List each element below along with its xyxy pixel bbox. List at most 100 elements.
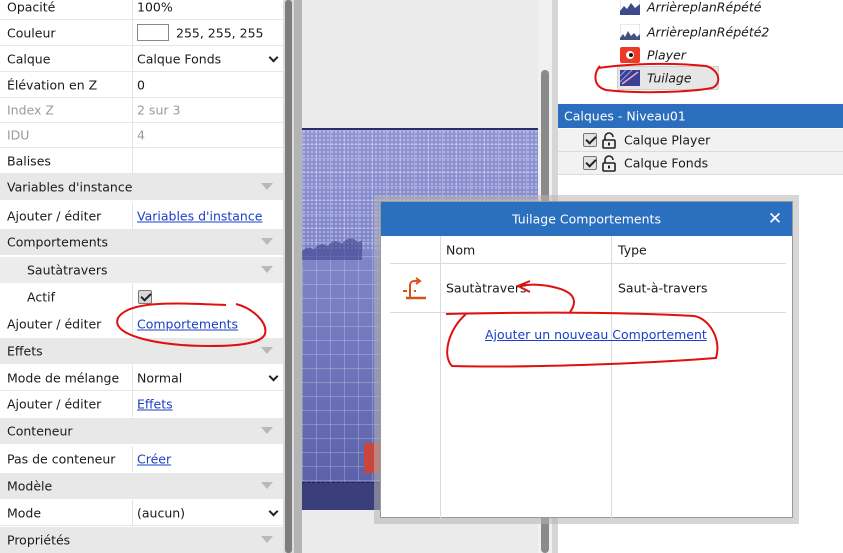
layer-select[interactable]: Calque Fonds — [132, 46, 283, 71]
group-label: Effets — [7, 343, 43, 359]
effects-link[interactable]: Effets — [137, 397, 173, 412]
background-repeat-icon — [620, 24, 640, 40]
prop-label: Pas de conteneur — [7, 451, 116, 467]
prop-mode: Mode (aucun) — [0, 500, 283, 526]
prop-label: Ajouter / éditer — [7, 396, 102, 412]
z-index-value: 2 sur 3 — [132, 97, 283, 122]
scrollbar-thumb[interactable] — [285, 0, 292, 553]
prop-tags: Balises — [0, 148, 283, 174]
behaviors-link[interactable]: Comportements — [137, 317, 238, 332]
group-behavior-sautatravers[interactable]: Sautàtravers — [0, 257, 283, 283]
prop-label: Opacité — [7, 0, 56, 14]
group-effects[interactable]: Effets — [0, 338, 283, 364]
add-behavior-link[interactable]: Ajouter un nouveau Comportement — [485, 327, 707, 342]
effects-cell: Effets — [132, 391, 283, 417]
properties-scrollbar[interactable] — [283, 0, 294, 553]
prop-color: Couleur 255, 255, 255 — [0, 20, 283, 46]
dialog-title-bar[interactable]: Tuilage Comportements ✕ — [381, 202, 792, 236]
layer-visibility-checkbox[interactable] — [583, 156, 597, 170]
group-label: Comportements — [7, 234, 109, 250]
chevron-down-icon — [268, 371, 279, 382]
chevron-down-icon — [268, 52, 279, 63]
container-cell: Créer — [132, 446, 283, 472]
group-label: Sautàtravers — [27, 262, 108, 278]
chevron-down-icon — [268, 506, 279, 517]
unlocked-padlock-icon[interactable] — [601, 132, 617, 149]
group-container[interactable]: Conteneur — [0, 418, 283, 444]
behaviors-table-header: Nom Type — [390, 236, 786, 264]
player-instance[interactable] — [364, 443, 380, 473]
object-types-panel: ArrièreplanRépété ArrièreplanRépété2 Pla… — [558, 0, 843, 98]
behavior-name: Sautàtravers — [446, 280, 527, 296]
group-label: Modèle — [7, 478, 53, 494]
prop-label: Couleur — [7, 25, 56, 40]
prop-label: Élévation en Z — [7, 77, 98, 92]
active-checkbox[interactable] — [138, 290, 152, 304]
blend-mode-select[interactable]: Normal — [132, 365, 283, 390]
create-container-link[interactable]: Créer — [137, 452, 171, 467]
prop-label: Mode de mélange — [7, 370, 120, 385]
collapse-triangle-icon[interactable] — [261, 183, 273, 190]
idu-value: 4 — [132, 122, 283, 147]
layer-row[interactable]: Calque Fonds — [558, 152, 843, 175]
prop-z-elevation: Élévation en Z 0 — [0, 72, 283, 98]
prop-label: IDU — [7, 127, 30, 142]
panel-splitter[interactable] — [294, 0, 302, 553]
close-icon[interactable]: ✕ — [766, 210, 784, 228]
color-field[interactable]: 255, 255, 255 — [132, 20, 283, 45]
behavior-type: Saut-à-travers — [618, 280, 708, 296]
prop-idu: IDU 4 — [0, 122, 283, 148]
prop-opacity: Opacité 100% — [0, 0, 283, 20]
prop-label: Mode — [7, 505, 42, 520]
collapse-triangle-icon[interactable] — [261, 347, 273, 354]
opacity-field[interactable]: 100% — [132, 0, 283, 19]
prop-label: Ajouter / éditer — [7, 316, 102, 332]
z-elevation-field[interactable]: 0 — [132, 72, 283, 97]
prop-no-container: Pas de conteneur Créer — [0, 446, 283, 472]
layer-visibility-checkbox[interactable] — [583, 133, 597, 147]
instance-variables-link[interactable]: Variables d'instance — [137, 209, 262, 224]
group-behaviors[interactable]: Comportements — [0, 229, 283, 255]
prop-label: Ajouter / éditer — [7, 208, 102, 224]
prop-label: Calque — [7, 51, 51, 66]
prop-label: Index Z — [7, 102, 54, 117]
background-repeat-icon — [620, 0, 640, 15]
jump-thru-icon — [403, 277, 426, 300]
collapse-triangle-icon[interactable] — [261, 427, 273, 434]
tags-field[interactable] — [132, 148, 283, 173]
behavior-row[interactable]: Sautàtravers Saut-à-travers — [390, 264, 786, 313]
prop-layer: Calque Calque Fonds — [0, 46, 283, 72]
prop-blend-mode: Mode de mélange Normal — [0, 365, 283, 391]
group-instance-variables[interactable]: Variables d'instance — [0, 174, 283, 200]
mode-select[interactable]: (aucun) — [132, 500, 283, 525]
prop-active: Actif — [0, 284, 283, 310]
player-sprite-icon — [620, 47, 640, 63]
prop-behaviors-edit: Ajouter / éditer Comportements — [0, 311, 283, 337]
collapse-triangle-icon[interactable] — [261, 536, 273, 543]
prop-effects-edit: Ajouter / éditer Effets — [0, 391, 283, 417]
behaviors-dialog: Tuilage Comportements ✕ Nom Type Sautàtr… — [380, 201, 793, 519]
tilemap-icon — [620, 70, 640, 86]
layers-panel-title: Calques - Niveau01 — [558, 104, 843, 128]
group-label: Variables d'instance — [7, 179, 133, 195]
behaviors-cell: Comportements — [132, 311, 283, 337]
prop-z-index: Index Z 2 sur 3 — [0, 97, 283, 123]
layer-row[interactable]: Calque Player — [558, 129, 843, 152]
column-header-type[interactable]: Type — [618, 242, 647, 257]
unlocked-padlock-icon[interactable] — [601, 155, 617, 172]
prop-label: Balises — [7, 153, 51, 168]
instance-vars-cell: Variables d'instance — [132, 203, 283, 229]
collapse-triangle-icon[interactable] — [261, 266, 273, 273]
column-header-name[interactable]: Nom — [446, 242, 475, 257]
collapse-triangle-icon[interactable] — [261, 482, 273, 489]
prop-label: Actif — [27, 289, 55, 305]
color-swatch[interactable] — [137, 24, 169, 41]
group-label: Conteneur — [7, 423, 73, 439]
properties-panel: Opacité 100% Couleur 255, 255, 255 Calqu… — [0, 0, 283, 553]
group-template[interactable]: Modèle — [0, 473, 283, 499]
dialog-title: Tuilage Comportements — [512, 211, 661, 227]
active-cell — [132, 284, 283, 310]
collapse-triangle-icon[interactable] — [261, 238, 273, 245]
group-properties[interactable]: Propriétés — [0, 527, 283, 553]
prop-instance-vars-edit: Ajouter / éditer Variables d'instance — [0, 203, 283, 229]
